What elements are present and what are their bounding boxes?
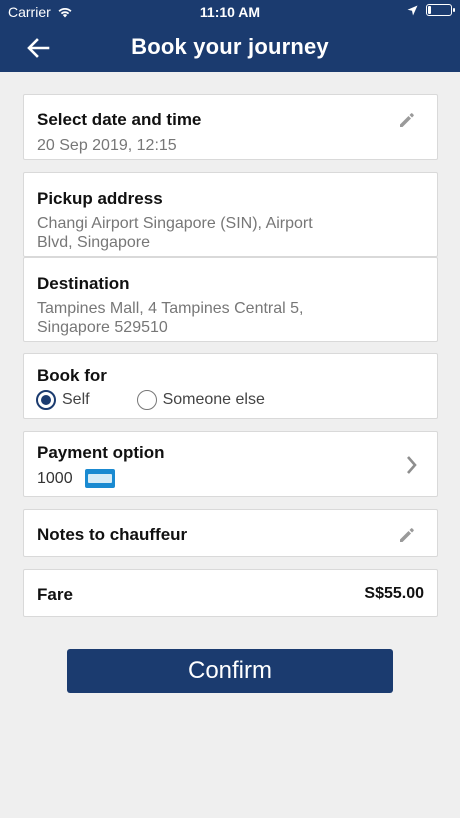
radio-someone-else-circle[interactable] xyxy=(136,390,157,410)
nav-bar: Book your journey xyxy=(0,24,460,72)
pencil-icon[interactable] xyxy=(397,110,417,130)
status-bar: Carrier 11:10 AM xyxy=(0,0,460,24)
book-for-card: Book for Self Someone else xyxy=(23,353,438,419)
chevron-right-icon xyxy=(407,456,417,474)
status-time: 11:10 AM xyxy=(199,4,261,20)
destination-line1: Tampines Mall, 4 Tampines Central 5, xyxy=(37,300,304,317)
radio-self-label: Self xyxy=(62,391,90,408)
pickup-address-line1: Changi Airport Singapore (SIN), Airport xyxy=(37,215,313,232)
payment-option-value-row: 1000 xyxy=(37,469,116,489)
fare-label: Fare xyxy=(37,585,73,604)
amex-card-icon xyxy=(85,469,116,489)
date-time-card[interactable]: Select date and time 20 Sep 2019, 12:15 xyxy=(23,94,438,160)
notes-card[interactable]: Notes to chauffeur xyxy=(23,509,438,557)
pickup-address-card[interactable]: Pickup address Changi Airport Singapore … xyxy=(23,172,438,257)
date-time-label: Select date and time xyxy=(37,110,202,129)
pencil-icon[interactable] xyxy=(397,525,417,545)
payment-option-label: Payment option xyxy=(37,443,165,462)
radio-someone-else-label: Someone else xyxy=(162,391,265,408)
radio-self[interactable]: Self xyxy=(36,390,90,410)
app-header: Carrier 11:10 AM Book your journey xyxy=(0,0,460,72)
date-time-value: 20 Sep 2019, 12:15 xyxy=(37,137,177,154)
radio-self-circle[interactable] xyxy=(36,390,56,410)
destination-label: Destination xyxy=(37,274,130,293)
fare-value: S$55.00 xyxy=(364,585,424,602)
fare-card: Fare S$55.00 xyxy=(23,569,438,617)
notes-label: Notes to chauffeur xyxy=(37,525,188,544)
destination-card[interactable]: Destination Tampines Mall, 4 Tampines Ce… xyxy=(23,257,438,342)
pickup-address-line2: Blvd, Singapore xyxy=(37,234,150,251)
page-title: Book your journey xyxy=(131,34,329,59)
payment-option-card[interactable]: Payment option 1000 xyxy=(23,431,438,497)
book-for-label: Book for xyxy=(37,366,107,385)
battery-icon xyxy=(426,4,455,16)
destination-line2: Singapore 529510 xyxy=(37,319,168,336)
pickup-address-label: Pickup address xyxy=(37,189,163,208)
status-indicators xyxy=(407,4,455,16)
payment-card-number: 1000 xyxy=(37,470,73,487)
radio-someone-else[interactable]: Someone else xyxy=(136,390,265,410)
confirm-button[interactable]: Confirm xyxy=(67,649,393,693)
book-for-options: Self Someone else xyxy=(36,390,265,410)
location-arrow-icon xyxy=(407,5,418,15)
